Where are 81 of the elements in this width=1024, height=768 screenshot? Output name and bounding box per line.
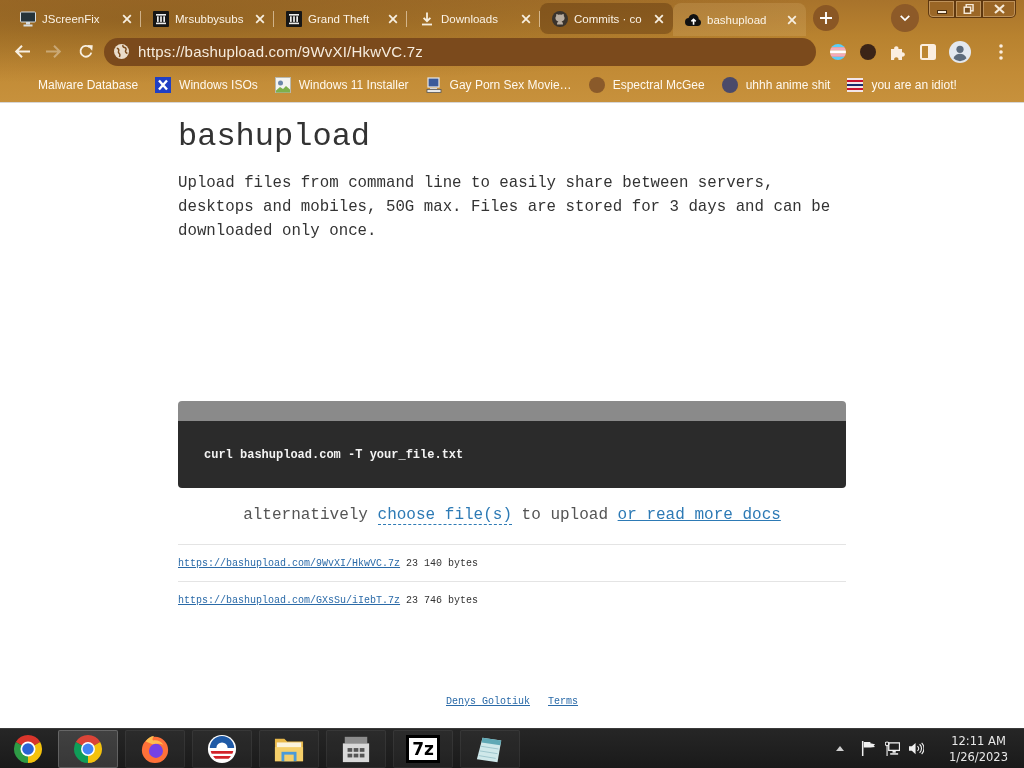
close-icon[interactable] — [521, 13, 531, 24]
file-size: 23 746 bytes — [406, 594, 479, 606]
download-icon — [421, 11, 433, 26]
taskbar-button[interactable] — [58, 729, 118, 768]
page-title: bashupload — [178, 117, 372, 157]
avatar-icon — [588, 76, 605, 93]
columns-icon — [153, 10, 169, 27]
chevron-up-icon[interactable] — [836, 746, 845, 751]
tab[interactable]: Mrsubbysubs — [141, 3, 274, 34]
puzzle-icon[interactable] — [890, 43, 906, 60]
bookmark[interactable]: Espectral McGee — [580, 73, 713, 96]
bookmark[interactable]: uhhh anime shit — [713, 73, 839, 96]
monitor-icon — [20, 10, 36, 27]
taskbar-button[interactable] — [192, 729, 252, 768]
upload-hint-text: alternatively choose file(s) to upload or read more docs — [242, 505, 782, 527]
close-icon[interactable] — [787, 14, 797, 25]
tab[interactable]: JScreenFix — [8, 3, 141, 34]
footer-link[interactable]: Terms — [548, 694, 578, 710]
file-size: 23 140 bytes — [406, 557, 479, 569]
bookmark[interactable]: Windows ISOs — [147, 73, 266, 96]
chevron-down-icon — [899, 13, 911, 22]
x-mark-icon — [155, 76, 172, 93]
close-icon[interactable] — [122, 13, 132, 24]
choose-files-link[interactable]: choose file(s) — [377, 506, 512, 525]
bookmark[interactable]: Gay Porn Sex Movie… — [417, 73, 580, 96]
cloud-upload-icon — [685, 11, 701, 28]
avatar-icon[interactable] — [860, 43, 876, 60]
footer-link[interactable]: Denys Golotiuk — [446, 694, 530, 710]
tab[interactable]: Downloads — [407, 3, 540, 34]
command-text: curl bashupload.com -T your_file.txt — [204, 447, 464, 462]
new-tab-button[interactable] — [813, 4, 839, 31]
restore-button[interactable] — [955, 0, 982, 18]
computer-icon — [425, 76, 442, 93]
app-logo-text: 7z — [406, 734, 440, 763]
bookmark[interactable]: Malware Database — [30, 74, 147, 95]
close-icon[interactable] — [255, 13, 265, 24]
plus-icon — [820, 11, 832, 24]
tab[interactable]: Commits · co — [540, 3, 673, 34]
reload-icon[interactable] — [78, 44, 94, 59]
file-link[interactable]: https://bashupload.com/9WvXI/HkwVC.7z — [178, 557, 401, 569]
bookmark[interactable]: Windows 11 Installer — [266, 73, 417, 96]
network-icon[interactable] — [885, 741, 901, 756]
flag-icon — [847, 76, 864, 93]
avatar-icon — [721, 76, 738, 93]
segmented-circle-icon — [73, 733, 103, 764]
taskbar-button[interactable] — [460, 729, 520, 768]
tab[interactable]: bashupload — [673, 3, 806, 36]
description-text: Upload files from command line to easily share between servers, desktops and mobiles, 50G max. Files are stored for 3 days and can be downloaded only once. — [178, 173, 832, 242]
minimize-icon — [936, 9, 947, 14]
tab[interactable]: Grand Theft — [274, 3, 407, 34]
flame-circle-icon — [140, 733, 170, 764]
address-bar[interactable]: https://bashupload.com/9WvXI/HkwVC.7z — [104, 37, 816, 66]
menu-icon[interactable] — [999, 43, 1003, 60]
round-logo-icon — [552, 10, 568, 27]
taskbar-button[interactable] — [125, 729, 185, 768]
taskbar-button[interactable] — [259, 729, 319, 768]
image-icon — [274, 76, 291, 93]
side-panel-icon[interactable] — [920, 43, 936, 60]
close-icon[interactable] — [654, 13, 664, 24]
sunrise-logo-icon — [207, 733, 237, 764]
tab-search-button[interactable] — [891, 3, 919, 32]
bookmark[interactable]: you are an idiot! — [839, 73, 965, 96]
close-button[interactable] — [982, 0, 1016, 18]
columns-icon — [286, 10, 302, 27]
clock-date[interactable]: 1/26/2023 — [949, 748, 1008, 765]
segmented-circle-icon — [12, 733, 43, 764]
restore-icon — [963, 4, 974, 14]
profile-icon[interactable] — [949, 40, 971, 63]
docs-link[interactable]: or read more docs — [617, 506, 781, 524]
taskbar-button[interactable]: 7z — [393, 729, 453, 768]
globe-icon — [114, 44, 129, 59]
minimize-button[interactable] — [928, 0, 955, 18]
clock-time[interactable]: 12:11 AM — [951, 732, 1006, 749]
taskbar-button[interactable] — [326, 729, 386, 768]
back-arrow-icon[interactable] — [14, 44, 30, 59]
striped-circle-icon[interactable] — [830, 43, 846, 60]
file-link[interactable]: https://bashupload.com/GXsSu/iIebT.7z — [178, 594, 401, 606]
close-icon[interactable] — [388, 13, 398, 24]
flag-icon[interactable] — [861, 741, 877, 756]
close-icon — [993, 4, 1005, 14]
speaker-icon[interactable] — [909, 741, 925, 756]
